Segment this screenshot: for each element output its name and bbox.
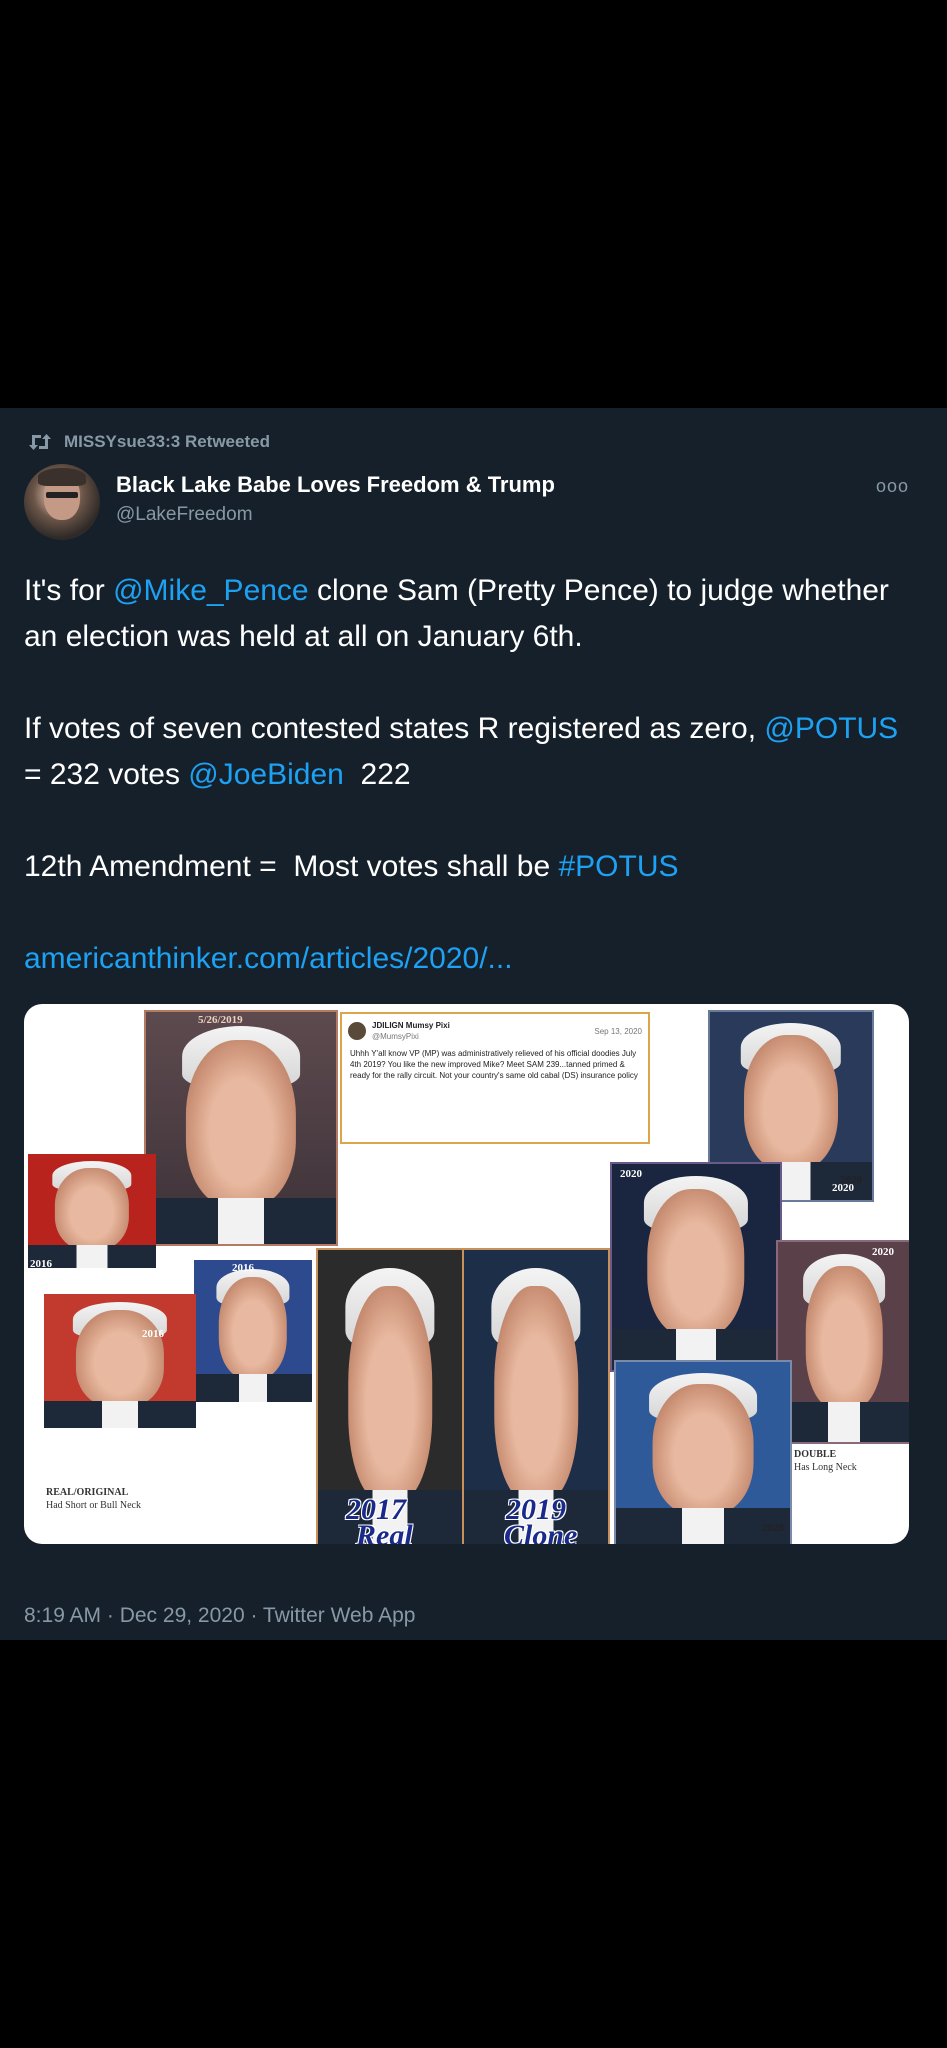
embedded-tweet-screenshot: JDILIGN Mumsy Pixi @MumsyPixi Sep 13, 20… — [340, 1012, 650, 1144]
date-label: 2016 — [142, 1328, 164, 1340]
text-span: 12th Amendment = Most votes shall be — [24, 850, 559, 883]
caption-title: DOUBLE — [794, 1449, 837, 1460]
date-label: 2020 — [620, 1168, 642, 1180]
text-span: If votes of seven contested states R reg… — [24, 712, 765, 745]
more-options-icon[interactable]: ooo — [876, 476, 909, 497]
author-handle[interactable]: @LakeFreedom — [116, 504, 555, 526]
caption-body: Had Short or Bull Neck — [46, 1500, 141, 1511]
embed-date: Sep 13, 2020 — [594, 1026, 642, 1036]
embed-body: Uhhh Y'all know VP (MP) was administrati… — [350, 1049, 638, 1080]
embed-avatar — [348, 1022, 366, 1040]
date-label: 2016 — [232, 1262, 254, 1274]
text-span: = 232 votes — [24, 758, 189, 791]
photo-2016-c: 2016 — [44, 1294, 196, 1428]
author-name[interactable]: Black Lake Babe Loves Freedom & Trump — [116, 472, 555, 498]
avatar[interactable] — [24, 464, 100, 540]
caption-body: Has Long Neck — [794, 1462, 857, 1473]
caption-title: REAL/ORIGINAL — [46, 1487, 129, 1498]
date-label: 2020 — [872, 1246, 894, 1258]
tweet-paragraph-3: 12th Amendment = Most votes shall be #PO… — [24, 844, 914, 890]
tweet-card[interactable]: MISSYsue33:3 Retweeted Black Lake Babe L… — [0, 408, 947, 1640]
date-label: 2020 — [762, 1522, 784, 1534]
tweet-timestamp[interactable]: 8:19 AM · Dec 29, 2020 · Twitter Web App — [24, 1604, 415, 1628]
tweet-text: It's for @Mike_Pence clone Sam (Pretty P… — [24, 568, 914, 982]
tweet-paragraph-2: If votes of seven contested states R reg… — [24, 706, 914, 798]
photo-2019: 5/26/2019 — [144, 1010, 338, 1246]
date-label: 2020 — [840, 1174, 862, 1186]
text-span: 222 — [343, 758, 411, 791]
photo-2016-b: 2016 — [194, 1260, 312, 1402]
photo-2020-d: 2020 — [614, 1360, 792, 1544]
caption-double: DOUBLE Has Long Neck — [794, 1448, 857, 1474]
retweet-indicator: MISSYsue33:3 Retweeted — [28, 432, 270, 452]
embed-handle: @MumsyPixi — [372, 1032, 419, 1041]
hashtag-potus[interactable]: #POTUS — [558, 850, 678, 883]
photo-2016-a: 2016 — [28, 1154, 156, 1268]
tweet-paragraph-1: It's for @Mike_Pence clone Sam (Pretty P… — [24, 568, 914, 660]
mention-joebiden[interactable]: @JoeBiden — [188, 758, 344, 791]
retweet-label: MISSYsue33:3 Retweeted — [64, 432, 270, 451]
mention-mike-pence[interactable]: @Mike_Pence — [113, 574, 309, 607]
date-label: 5/26/2019 — [198, 1014, 243, 1026]
date-label: 2016 — [30, 1258, 52, 1268]
retweet-icon — [29, 434, 51, 450]
mention-potus[interactable]: @POTUS — [764, 712, 898, 745]
article-link[interactable]: americanthinker.com/articles/2020/... — [24, 942, 513, 975]
text-span: It's for — [24, 574, 114, 607]
photo-2020-b: 2020 — [610, 1162, 782, 1372]
label-clone: Clone — [504, 1519, 578, 1545]
embed-name: JDILIGN Mumsy Pixi — [372, 1021, 450, 1030]
author-block[interactable]: Black Lake Babe Loves Freedom & Trump @L… — [116, 472, 555, 526]
tweet-media-image[interactable]: 5/26/2019 2016 2016 2016 2017 Real 2019 … — [24, 1004, 909, 1544]
photo-2019-clone: 2019 Clone — [462, 1248, 610, 1544]
label-real: Real — [356, 1519, 413, 1545]
photo-2017-real: 2017 Real — [316, 1248, 464, 1544]
caption-real: REAL/ORIGINAL Had Short or Bull Neck — [46, 1486, 141, 1512]
photo-2020-c: 2020 — [776, 1240, 909, 1444]
